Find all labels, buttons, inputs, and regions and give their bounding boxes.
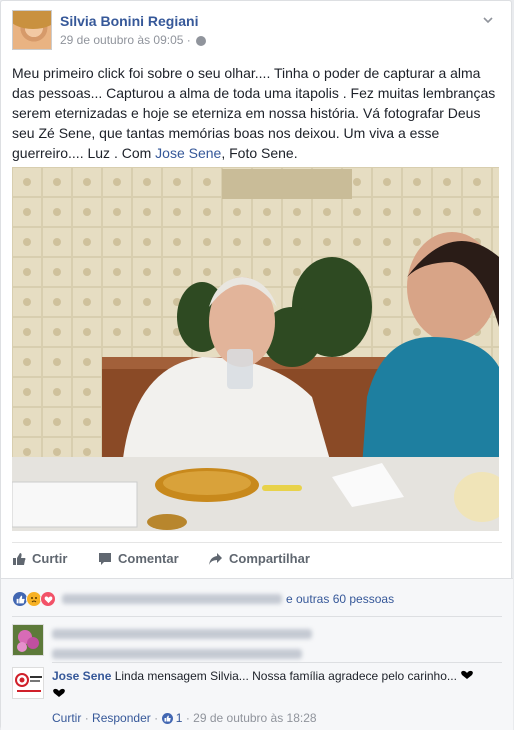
comment-timestamp[interactable]: 29 de outubro às 18:28 [193, 711, 316, 725]
post-photo[interactable] [12, 167, 499, 531]
like-button[interactable]: Curtir [12, 551, 67, 566]
author-name[interactable]: Silvia Bonini Regiani [60, 13, 198, 29]
author-avatar[interactable] [12, 10, 52, 50]
comment-reply-link[interactable]: Responder [92, 711, 151, 725]
like-count-icon [161, 712, 175, 726]
reactors-names-blurred [62, 594, 282, 604]
post-header: Silvia Bonini Regiani 29 de outubro às 0… [12, 10, 502, 52]
post-text: Meu primeiro click foi sobre o seu olhar… [12, 63, 502, 163]
share-label: Compartilhar [229, 551, 310, 566]
comment-like-link[interactable]: Curtir [52, 711, 81, 725]
feedback-section: e outras 60 pessoas Jose Sene Linda mens… [1, 578, 513, 730]
comment-item [12, 624, 502, 659]
comment-item: Jose Sene Linda mensagem Silvia... Nossa… [12, 667, 502, 727]
black-heart-icon [53, 688, 65, 697]
comment-like-count[interactable]: 1 [176, 711, 183, 725]
reactions-summary[interactable]: e outras 60 pessoas [12, 587, 502, 611]
foto-sene-logo [13, 668, 43, 698]
black-heart-icon [461, 670, 474, 679]
photo-illustration [12, 167, 499, 531]
share-icon [209, 552, 222, 565]
flower-image [13, 625, 43, 655]
others-reacted-link[interactable]: e outras 60 pessoas [286, 592, 394, 606]
post-actions: Curtir Comentar Compartilhar [12, 542, 502, 576]
post-card: Silvia Bonini Regiani 29 de outubro às 0… [0, 0, 513, 730]
love-reaction-icon [40, 591, 56, 607]
chevron-down-icon[interactable] [482, 14, 494, 26]
commenter-name[interactable]: Jose Sene [52, 669, 111, 683]
comment-text-blurred [52, 629, 312, 639]
globe-icon [196, 35, 207, 46]
thumbs-up-icon [13, 552, 26, 565]
like-label: Curtir [32, 551, 68, 566]
post-meta: 29 de outubro às 09:05 · [60, 33, 207, 47]
tagged-user-link[interactable]: Jose Sene [155, 145, 221, 161]
comment-body-blurred [52, 625, 502, 663]
post-text-tail: , Foto Sene. [221, 145, 298, 161]
divider [12, 616, 502, 617]
comment-button[interactable]: Comentar [98, 551, 179, 566]
divider [52, 662, 502, 663]
comment-links: Curtir · Responder · 1 · 29 de outubro à… [52, 711, 317, 726]
post-timestamp[interactable]: 29 de outubro às 09:05 [60, 33, 183, 47]
comment-body: Jose Sene Linda mensagem Silvia... Nossa… [52, 668, 502, 702]
commenter-avatar[interactable] [12, 624, 44, 656]
comment-links-blurred [52, 649, 302, 659]
share-button[interactable]: Compartilhar [208, 551, 310, 566]
comment-text: Linda mensagem Silvia... Nossa família a… [114, 669, 457, 683]
comment-icon [99, 552, 111, 565]
comment-label: Comentar [118, 551, 179, 566]
commenter-avatar[interactable] [12, 667, 44, 699]
